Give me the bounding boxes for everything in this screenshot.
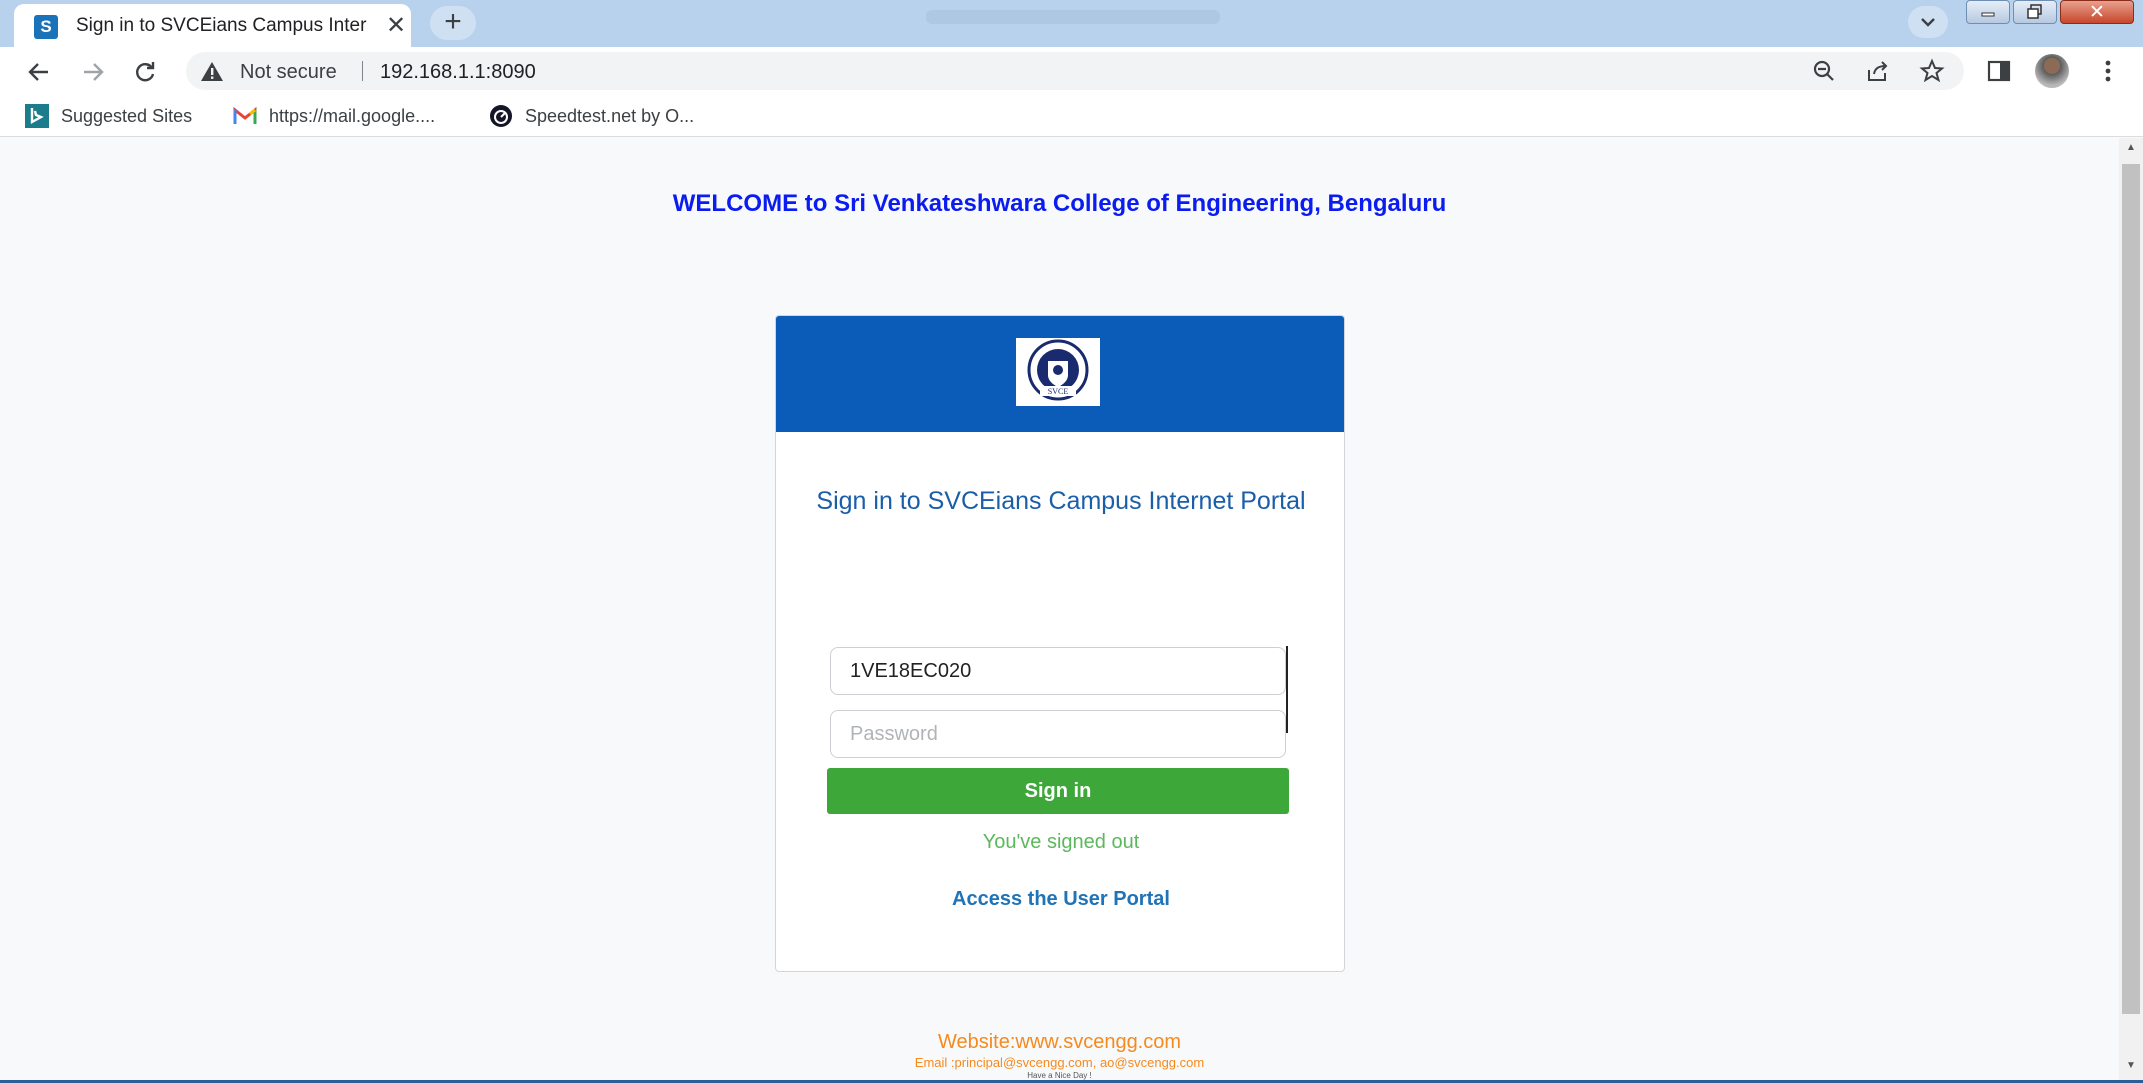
tab-close-icon[interactable]: ✕ bbox=[382, 12, 410, 40]
bookmark-label: Speedtest.net by O... bbox=[525, 105, 695, 126]
site-favicon-icon: S bbox=[34, 15, 58, 39]
scroll-down-icon[interactable]: ▼ bbox=[2119, 1060, 2143, 1071]
user-portal-link[interactable]: Access the User Portal bbox=[776, 888, 1344, 911]
bookmark-label: https://mail.google.... bbox=[269, 105, 436, 126]
restore-button[interactable] bbox=[2013, 0, 2057, 24]
share-icon bbox=[1868, 61, 1888, 81]
back-arrow-icon bbox=[28, 63, 48, 81]
card-header: SVCE bbox=[776, 316, 1344, 432]
restore-icon bbox=[2027, 4, 2042, 19]
bookmark-gmail[interactable]: https://mail.google.... bbox=[233, 104, 435, 128]
page-content: WELCOME to Sri Venkateshwara College of … bbox=[0, 138, 2119, 1080]
footer-greeting: Have a Nice Day ! bbox=[1027, 1071, 1092, 1080]
warning-triangle-icon[interactable] bbox=[200, 60, 224, 82]
url-divider bbox=[362, 61, 363, 81]
tab-strip: S Sign in to SVCEians Campus Inter ✕ + ✕ bbox=[0, 0, 2143, 47]
speedtest-icon bbox=[489, 104, 513, 128]
password-input[interactable] bbox=[830, 710, 1286, 758]
address-bar[interactable]: Not secure 192.168.1.1:8090 bbox=[186, 52, 1964, 90]
new-tab-button[interactable]: + bbox=[430, 6, 476, 40]
scroll-up-icon[interactable]: ▲ bbox=[2119, 142, 2143, 153]
url-text[interactable]: 192.168.1.1:8090 bbox=[380, 61, 536, 84]
bookmark-label: Suggested Sites bbox=[61, 105, 193, 126]
minimize-button[interactable] bbox=[1966, 0, 2010, 24]
star-icon bbox=[1919, 58, 1945, 83]
chevron-down-icon bbox=[1921, 18, 1935, 27]
text-cursor bbox=[1286, 646, 1288, 733]
window-close-button[interactable]: ✕ bbox=[2060, 0, 2134, 24]
zoom-button[interactable] bbox=[1806, 53, 1842, 89]
logo-text: SVCE bbox=[1048, 387, 1069, 396]
forward-arrow-icon bbox=[84, 63, 104, 81]
side-panel-icon bbox=[1987, 60, 2011, 82]
tab-title: Sign in to SVCEians Campus Inter bbox=[76, 15, 367, 36]
bookmark-speedtest[interactable]: Speedtest.net by O... bbox=[489, 104, 694, 128]
svce-seal-icon: SVCE bbox=[1027, 339, 1089, 401]
minimize-icon bbox=[1981, 12, 1995, 17]
avatar bbox=[2035, 54, 2069, 88]
sign-in-button[interactable]: Sign in bbox=[827, 768, 1289, 814]
menu-button[interactable] bbox=[2090, 53, 2126, 89]
bookmarks-bar: Suggested Sites https://mail.google.... … bbox=[0, 94, 2143, 137]
profile-button[interactable] bbox=[2034, 53, 2070, 89]
browser-tab[interactable]: S Sign in to SVCEians Campus Inter ✕ bbox=[14, 4, 411, 47]
login-card: SVCE Sign in to SVCEians Campus Internet… bbox=[775, 315, 1345, 972]
side-panel-button[interactable] bbox=[1981, 53, 2017, 89]
browser-toolbar: Not secure 192.168.1.1:8090 bbox=[0, 47, 2143, 94]
back-button[interactable] bbox=[22, 55, 56, 89]
bing-icon bbox=[25, 104, 49, 128]
bookmark-star-button[interactable] bbox=[1914, 53, 1950, 89]
username-input[interactable] bbox=[830, 647, 1286, 695]
forward-button[interactable] bbox=[76, 55, 110, 89]
reload-icon bbox=[136, 62, 155, 82]
status-message: You've signed out bbox=[982, 831, 1140, 853]
footer-email: Email :principal@svcengg.com, ao@svcengg… bbox=[914, 1055, 1205, 1070]
vertical-scrollbar[interactable]: ▲ ▼ bbox=[2119, 138, 2143, 1080]
gmail-icon bbox=[233, 104, 257, 128]
reload-button[interactable] bbox=[128, 55, 162, 89]
kebab-menu-icon bbox=[2105, 60, 2111, 82]
scroll-thumb[interactable] bbox=[2122, 164, 2140, 1014]
window-controls: ✕ bbox=[1966, 0, 2134, 24]
welcome-heading: WELCOME to Sri Venkateshwara College of … bbox=[672, 190, 1447, 217]
signin-title: Sign in to SVCEians Campus Internet Port… bbox=[816, 487, 1306, 515]
footer-website: Website:www.svcengg.com bbox=[937, 1031, 1182, 1053]
blurred-window-title bbox=[926, 10, 1220, 24]
security-status[interactable]: Not secure bbox=[240, 61, 337, 84]
share-button[interactable] bbox=[1860, 53, 1896, 89]
tab-search-button[interactable] bbox=[1908, 6, 1948, 38]
college-logo: SVCE bbox=[1016, 338, 1100, 406]
zoom-out-icon bbox=[1813, 60, 1834, 81]
bookmark-suggested-sites[interactable]: Suggested Sites bbox=[25, 104, 192, 128]
